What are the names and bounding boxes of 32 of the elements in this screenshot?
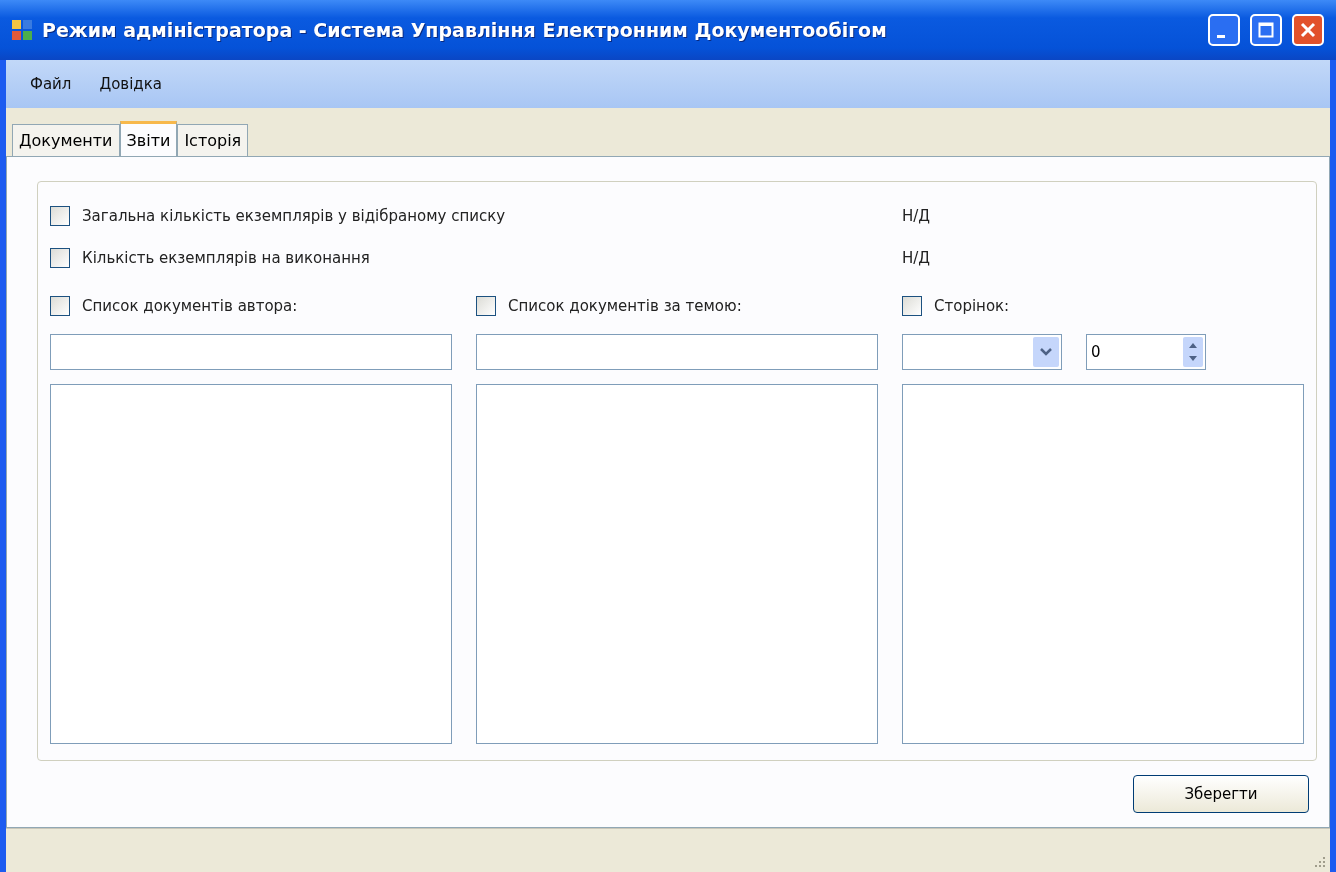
input-field[interactable] <box>50 334 452 370</box>
tab[interactable]: Історія <box>177 124 249 156</box>
tab[interactable]: Звіти <box>119 121 178 157</box>
tab[interactable]: Документи <box>12 124 120 156</box>
stat-value: Н/Д <box>902 249 931 267</box>
menu-item[interactable]: Файл <box>30 75 72 93</box>
close-button[interactable] <box>1292 14 1324 46</box>
checkbox[interactable] <box>50 248 70 268</box>
close-icon <box>1300 22 1316 38</box>
maximize-icon <box>1258 22 1274 38</box>
dropdown[interactable] <box>902 334 1062 370</box>
minimize-icon <box>1217 34 1225 38</box>
checkbox[interactable] <box>50 206 70 226</box>
maximize-button[interactable] <box>1250 14 1282 46</box>
menu-item[interactable]: Довідка <box>99 75 162 93</box>
number-spinner[interactable]: 0 <box>1086 334 1206 370</box>
checkbox-label: Список документів за темою: <box>508 297 742 315</box>
minimize-button[interactable] <box>1208 14 1240 46</box>
checkbox[interactable] <box>902 296 922 316</box>
checkbox-label: Сторінок: <box>934 297 1010 315</box>
stat-value: Н/Д <box>902 207 931 225</box>
checkbox-label: Кількість екземплярів на виконання <box>82 249 371 267</box>
spin-arrows-icon[interactable] <box>1183 337 1203 367</box>
resize-grip-icon[interactable] <box>1312 854 1326 868</box>
checkbox[interactable] <box>50 296 70 316</box>
window-title: Режим адміністратора - Система Управління Електронним Документообігом <box>42 19 888 41</box>
app-icon <box>12 20 32 40</box>
checkbox[interactable] <box>476 296 496 316</box>
checkbox-label: Загальна кількість екземплярів у відібраному списку <box>82 207 507 225</box>
save-button[interactable]: Зберегти <box>1133 775 1309 813</box>
checkbox-label: Список документів автора: <box>82 297 298 315</box>
input-field[interactable] <box>476 334 878 370</box>
